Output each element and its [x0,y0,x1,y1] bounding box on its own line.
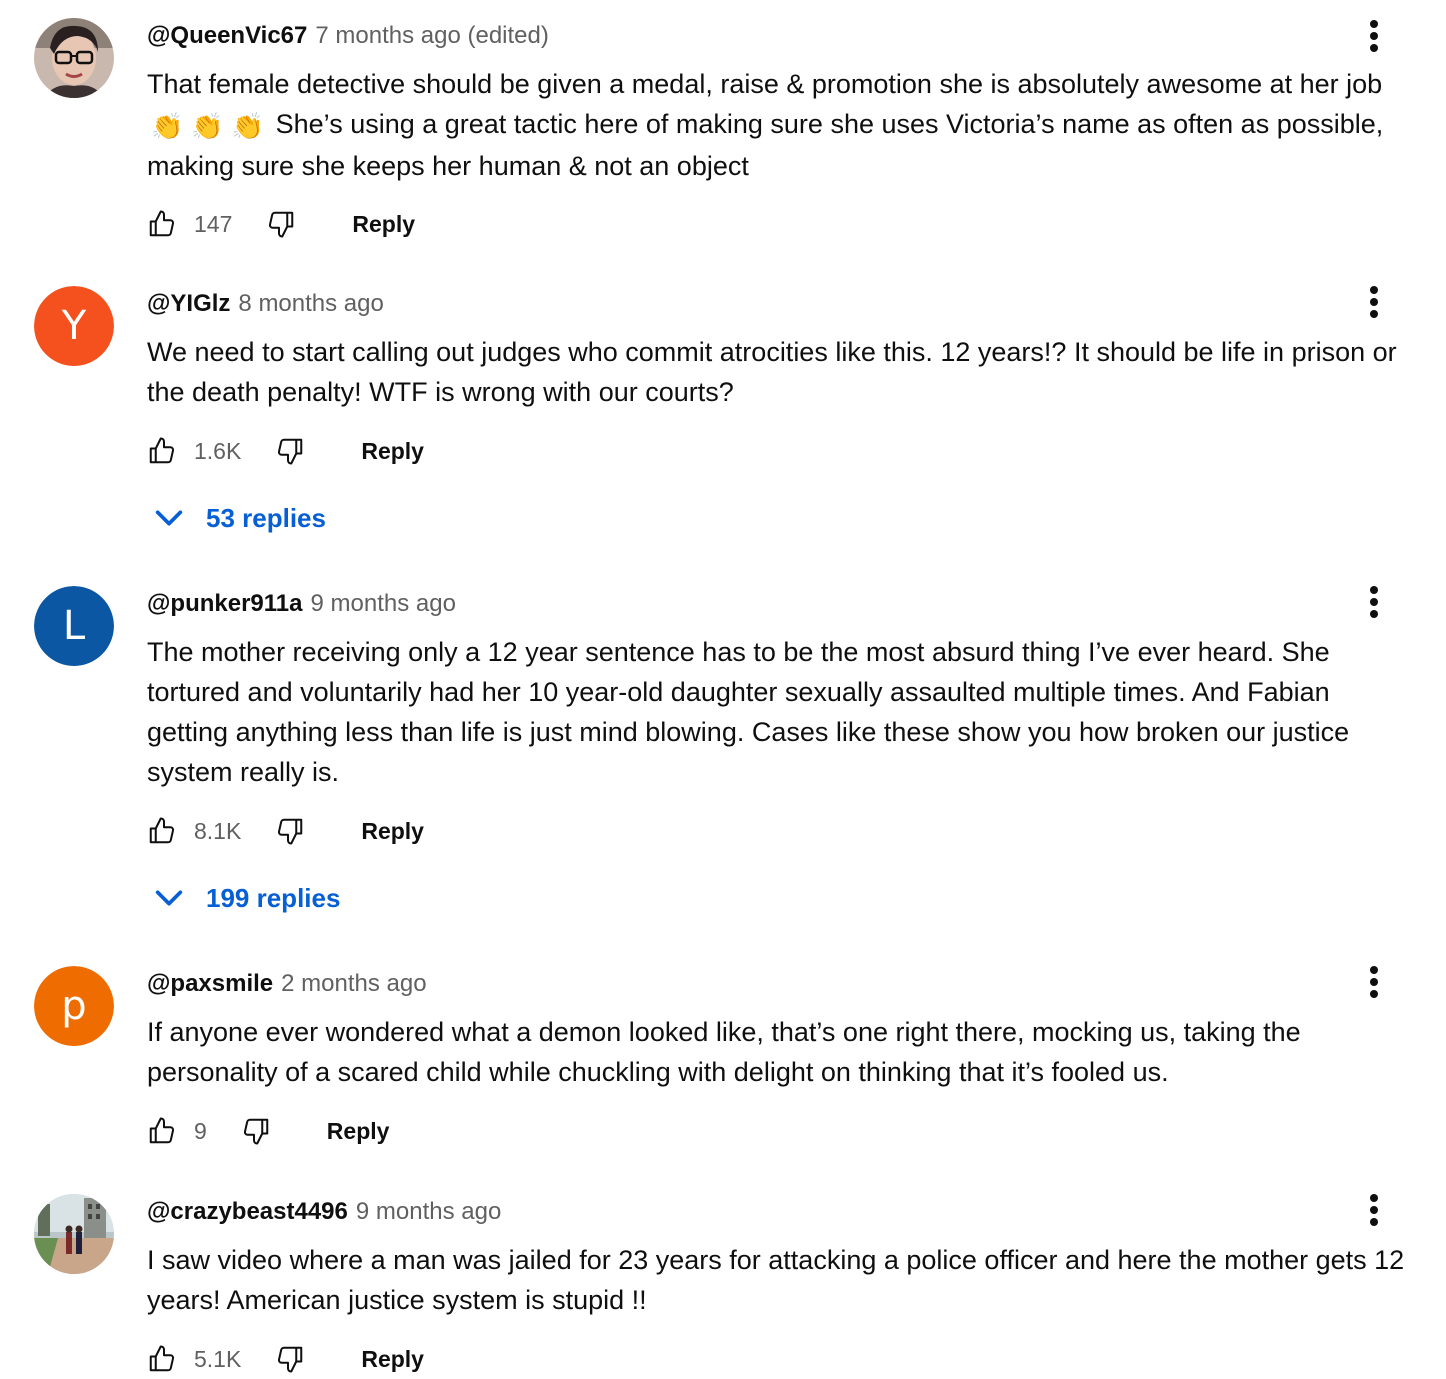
chevron-down-icon [152,501,186,535]
like-button[interactable] [147,1342,177,1376]
thumbs-down-icon [275,436,305,466]
comment-text: The mother receiving only a 12 year sent… [147,637,1350,787]
comment-timestamp[interactable]: 2 months ago [281,970,426,998]
like-count: 1.6K [194,437,242,464]
comment-thread: p @paxsmile 2 months ago If anyone ever … [0,966,1446,1166]
avatar[interactable]: p [34,966,114,1046]
comment-timestamp[interactable]: 8 months ago [238,290,383,318]
comment-actions: 147 Reply [147,204,415,244]
avatar-letter: p [61,983,87,1029]
comment-menu-button[interactable] [1358,584,1390,620]
comment-header: @QueenVic67 7 months ago (edited) [147,18,549,54]
comment-actions: 5.1K Reply [147,1339,424,1379]
dislike-button[interactable] [266,207,296,241]
dislike-button[interactable] [241,1114,271,1148]
comment-header: @paxsmile 2 months ago [147,966,427,1002]
comment-timestamp[interactable]: 9 months ago [310,590,455,618]
comment-author[interactable]: @paxsmile [147,970,273,998]
avatar-letter-circle: L [34,586,114,666]
like-button[interactable] [147,814,177,848]
view-replies-button[interactable]: 199 replies [152,878,340,918]
comment-text-part: She’s using a great tactic here of makin… [147,109,1384,181]
comment-thread: @crazybeast4496 9 months ago I saw video… [0,1194,1446,1376]
comment-timestamp[interactable]: 7 months ago (edited) [315,22,548,50]
reply-button[interactable]: Reply [361,818,424,845]
comment-thread: @QueenVic67 7 months ago (edited) That f… [0,18,1446,258]
comment-menu-button[interactable] [1358,284,1390,320]
reply-button[interactable]: Reply [327,1118,390,1145]
dislike-button[interactable] [275,1342,305,1376]
avatar-letter: Y [61,303,87,349]
like-count: 9 [194,1117,207,1144]
thumbs-up-icon [147,1116,177,1146]
comment-author[interactable]: @QueenVic67 [147,22,307,50]
comment-text-part: That female detective should be given a … [147,69,1383,99]
thumbs-down-icon [275,816,305,846]
comment-menu-button[interactable] [1358,964,1390,1000]
avatar[interactable] [34,1194,114,1274]
comment-menu-button[interactable] [1358,1192,1390,1228]
avatar-letter-circle: Y [34,286,114,366]
avatar[interactable]: Y [34,286,114,366]
reply-button[interactable]: Reply [361,1346,424,1373]
comment-header: @crazybeast4496 9 months ago [147,1194,501,1230]
like-count: 8.1K [194,817,242,844]
thumbs-down-icon [275,1344,305,1374]
comment-thread: Y @YIGlz 8 months ago We need to start c… [0,286,1446,546]
thumbs-up-icon [147,816,177,846]
more-vert-icon [1368,1192,1380,1228]
replies-count-label: 199 replies [206,882,341,913]
thumbs-down-icon [241,1116,271,1146]
more-vert-icon [1368,964,1380,1000]
thumbs-up-icon [147,1344,177,1374]
comment-text: I saw video where a man was jailed for 2… [147,1245,1405,1315]
comment-timestamp[interactable]: 9 months ago [356,1198,501,1226]
more-vert-icon [1368,18,1380,54]
more-vert-icon [1368,284,1380,320]
clapping-hands-icon: 👏 [191,111,224,141]
comment-author[interactable]: @crazybeast4496 [147,1198,348,1226]
reply-button[interactable]: Reply [352,211,415,238]
clapping-hands-icon: 👏 [231,111,265,141]
avatar-letter-circle: p [34,966,114,1046]
thumbs-up-icon [147,209,177,239]
like-count: 5.1K [194,1345,242,1372]
comment-text: If anyone ever wondered what a demon loo… [147,1017,1301,1087]
view-replies-button[interactable]: 53 replies [152,498,326,538]
comment-text: We need to start calling out judges who … [147,337,1397,407]
like-count: 147 [194,210,233,237]
comment-author[interactable]: @punker911a [147,590,302,618]
comment-menu-button[interactable] [1358,18,1390,54]
clapping-hands-icon: 👏 [151,111,184,141]
comment-actions: 1.6K Reply [147,431,424,471]
comment-header: @punker911a 9 months ago [147,586,456,622]
chevron-down-icon [152,881,186,915]
avatar[interactable]: L [34,586,114,666]
avatar[interactable] [34,18,114,98]
like-button[interactable] [147,1114,177,1148]
comment-actions: 8.1K Reply [147,811,424,851]
user-photo-icon [34,1194,114,1274]
comment-header: @YIGlz 8 months ago [147,286,384,322]
replies-count-label: 53 replies [206,502,326,533]
comment-actions: 9 Reply [147,1111,389,1151]
user-photo-icon [34,18,114,98]
dislike-button[interactable] [275,434,305,468]
comment-thread: L @punker911a 9 months ago The mother re… [0,586,1446,926]
comment-text: That female detective should be given a … [147,64,1417,186]
comment-author[interactable]: @YIGlz [147,290,230,318]
dislike-button[interactable] [275,814,305,848]
reply-button[interactable]: Reply [361,438,424,465]
more-vert-icon [1368,584,1380,620]
avatar-letter: L [62,603,86,649]
thumbs-up-icon [147,436,177,466]
like-button[interactable] [147,207,177,241]
thumbs-down-icon [266,209,296,239]
like-button[interactable] [147,434,177,468]
